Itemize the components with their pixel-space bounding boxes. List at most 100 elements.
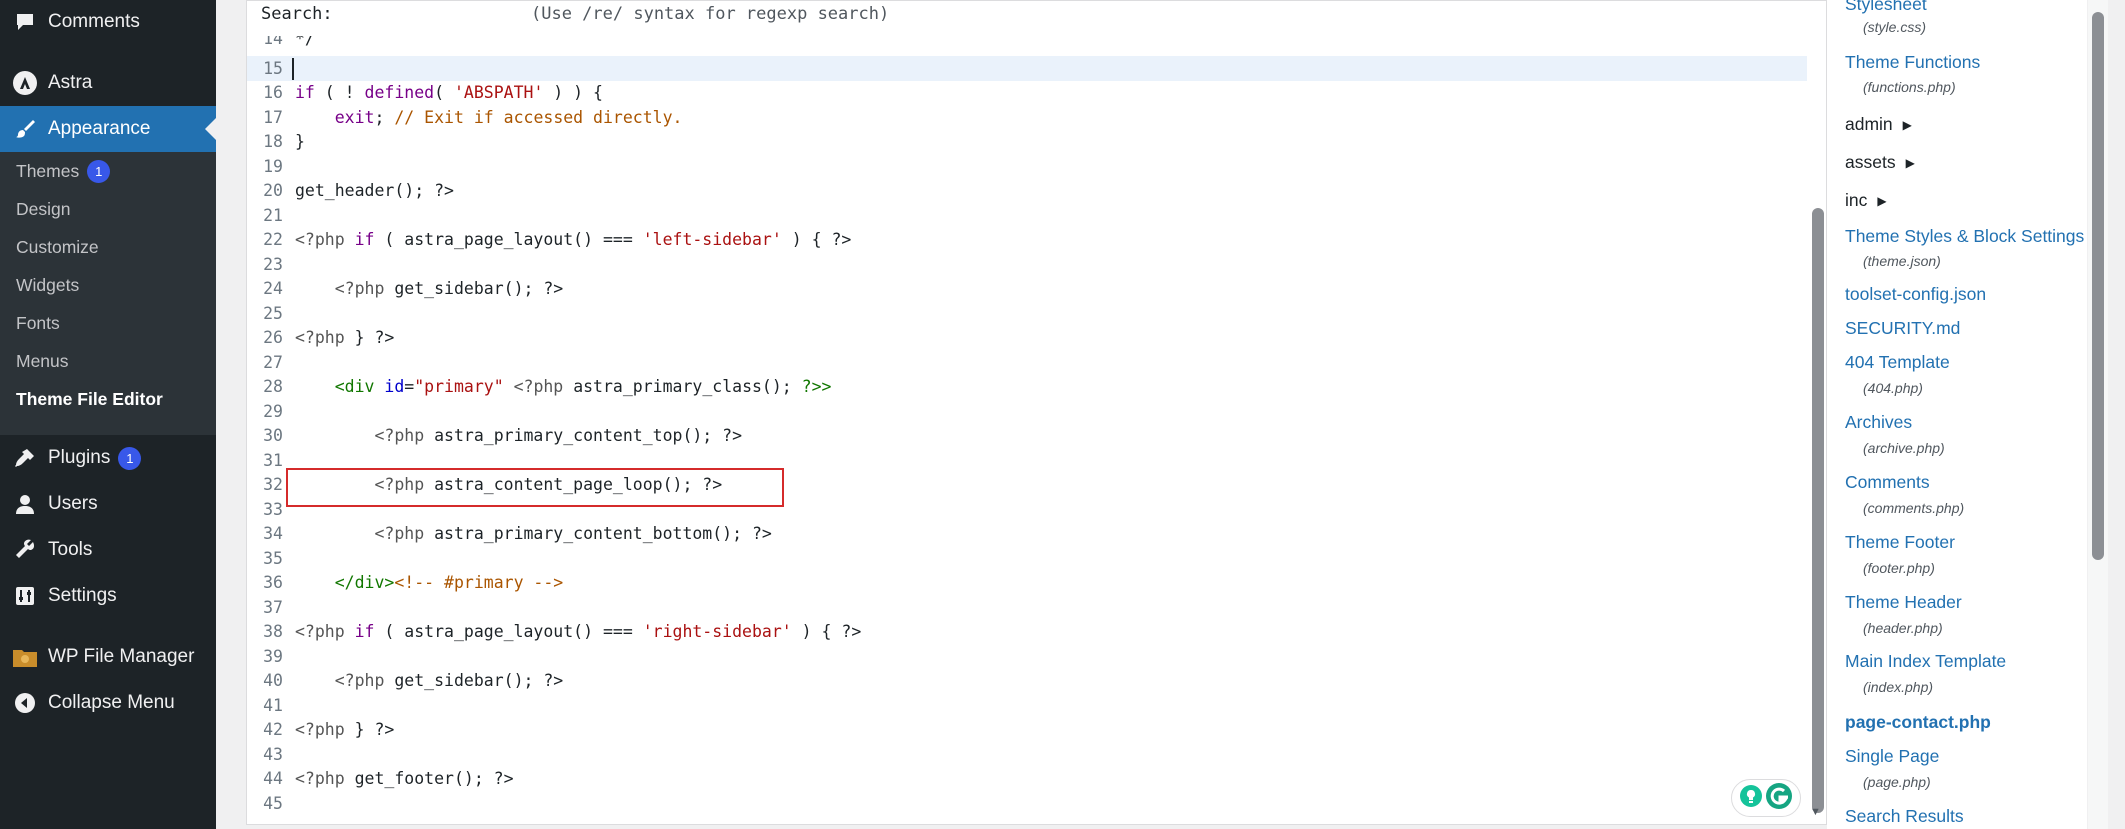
code-line[interactable]: 37 (247, 595, 1807, 620)
menu-label: Plugins (48, 447, 111, 468)
expand-triangle-icon: ▶ (1877, 193, 1887, 208)
code-line[interactable]: 43 (247, 742, 1807, 767)
file-link-single-page[interactable]: Single Page (1845, 746, 1939, 767)
file-name: (functions.php) (1863, 79, 1956, 95)
editor-search-bar[interactable]: Search: (Use /re/ syntax for regexp sear… (247, 1, 1827, 31)
menu-label: Appearance (48, 118, 151, 139)
scroll-down-arrow-icon[interactable]: ▼ (1810, 806, 1821, 818)
file-name: (theme.json) (1863, 253, 1941, 269)
paintbrush-icon (12, 116, 38, 142)
code-line[interactable]: 24 <?php get_sidebar(); ?> (247, 277, 1807, 302)
code-line[interactable]: 16 if ( ! defined( 'ABSPATH' ) ) { (247, 81, 1807, 106)
code-line[interactable]: 19 (247, 154, 1807, 179)
menu-tools[interactable]: Tools (0, 527, 216, 573)
file-link-footer[interactable]: Theme Footer (1845, 532, 1955, 553)
code-line[interactable]: 42 <?php } ?> (247, 718, 1807, 743)
theme-files-list: Stylesheet (style.css) Theme Functions (… (1827, 0, 2087, 829)
folder-icon (12, 644, 38, 670)
editor-scrollbar[interactable] (1812, 208, 1824, 813)
menu-label: Users (48, 493, 98, 514)
menu-label: Settings (48, 585, 117, 606)
menu-users[interactable]: Users (0, 481, 216, 527)
file-link-archives[interactable]: Archives (1845, 412, 1912, 433)
search-label: Search: (261, 4, 333, 24)
code-line[interactable]: 21 (247, 203, 1807, 228)
text-cursor (292, 58, 294, 80)
submenu-theme-file-editor[interactable]: Theme File Editor (16, 380, 163, 418)
folder-inc[interactable]: inc ▶ (1845, 190, 1887, 211)
code-line[interactable]: 28 <div id="primary" <?php astra_primary… (247, 375, 1807, 400)
file-name: (footer.php) (1863, 560, 1935, 576)
collapse-menu-button[interactable]: Collapse Menu (0, 680, 216, 726)
submenu-design[interactable]: Design (16, 190, 70, 228)
code-line[interactable]: 45 (247, 791, 1807, 816)
menu-comments[interactable]: Comments (0, 0, 216, 44)
wrench-icon (12, 537, 38, 563)
code-line[interactable]: 35 (247, 546, 1807, 571)
file-name: (page.php) (1863, 774, 1931, 790)
menu-astra[interactable]: Astra (0, 60, 216, 106)
appearance-submenu: Themes 1 Design Customize Widgets Fonts … (0, 152, 216, 435)
code-line[interactable]: 18} (247, 130, 1807, 155)
menu-settings[interactable]: Settings (0, 573, 216, 619)
folder-assets[interactable]: assets ▶ (1845, 152, 1915, 173)
file-link-page-contact-active[interactable]: page-contact.php (1845, 712, 1991, 733)
comment-icon (12, 9, 38, 35)
file-link-search-results[interactable]: Search Results (1845, 806, 1964, 827)
file-link-functions[interactable]: Theme Functions (1845, 52, 1980, 73)
code-line[interactable]: 23 (247, 252, 1807, 277)
file-list-scrollbar[interactable] (2092, 12, 2104, 560)
submenu-fonts[interactable]: Fonts (16, 304, 60, 342)
file-name: (comments.php) (1863, 500, 1965, 516)
folder-admin[interactable]: admin ▶ (1845, 114, 1912, 135)
submenu-widgets[interactable]: Widgets (16, 266, 79, 304)
code-area[interactable]: 14 */ 15 16 if ( ! defined( 'ABSPATH' ) ) … (247, 36, 1827, 826)
update-count-badge: 1 (118, 446, 142, 470)
file-link-toolset-config[interactable]: toolset-config.json (1845, 284, 1986, 305)
menu-label: WP File Manager (48, 646, 195, 667)
menu-wp-file-manager[interactable]: WP File Manager (0, 634, 216, 680)
code-line[interactable]: 40 <?php get_sidebar(); ?> (247, 669, 1807, 694)
plug-icon (12, 445, 38, 471)
code-line[interactable]: 22 <?php if ( astra_page_layout() === 'le… (247, 228, 1807, 253)
highlight-annotation-box (286, 468, 784, 507)
code-line[interactable]: 29 (247, 399, 1807, 424)
file-link-comments[interactable]: Comments (1845, 472, 1930, 493)
code-line[interactable]: 38 <?php if ( astra_page_layout() === 'ri… (247, 620, 1807, 645)
code-editor[interactable]: Search: (Use /re/ syntax for regexp sear… (246, 0, 1827, 825)
file-link-stylesheet[interactable]: Stylesheet (1845, 0, 1927, 15)
code-line[interactable]: 30 <?php astra_primary_content_top(); ?> (247, 424, 1807, 449)
code-line[interactable]: 41 (247, 693, 1807, 718)
code-line[interactable]: 36 </div><!-- #primary --> (247, 571, 1807, 596)
code-line[interactable]: 26 <?php } ?> (247, 326, 1807, 351)
grammarly-widget[interactable] (1731, 779, 1801, 817)
menu-appearance[interactable]: Appearance (0, 106, 216, 152)
expand-triangle-icon: ▶ (1902, 117, 1912, 132)
menu-label: Collapse Menu (48, 692, 175, 713)
code-line-active[interactable]: 15 (247, 56, 1807, 81)
file-link-404[interactable]: 404 Template (1845, 352, 1950, 373)
admin-sidebar: Comments Astra Appearance Themes 1 Desig… (0, 0, 216, 829)
file-link-theme-json[interactable]: Theme Styles & Block Settings (1845, 226, 2084, 247)
file-name: (header.php) (1863, 620, 1943, 636)
code-line[interactable]: 14 */ (247, 36, 1807, 51)
file-link-main-index[interactable]: Main Index Template (1845, 651, 2006, 672)
file-link-security[interactable]: SECURITY.md (1845, 318, 1960, 339)
lightbulb-icon[interactable] (1739, 784, 1763, 813)
submenu-themes[interactable]: Themes 1 (16, 152, 111, 190)
menu-plugins[interactable]: Plugins 1 (0, 435, 216, 481)
submenu-customize[interactable]: Customize (16, 228, 99, 266)
file-name: (archive.php) (1863, 440, 1945, 456)
code-line[interactable]: 27 (247, 350, 1807, 375)
submenu-menus[interactable]: Menus (16, 342, 69, 380)
file-link-header[interactable]: Theme Header (1845, 592, 1962, 613)
grammarly-logo-icon[interactable] (1765, 782, 1793, 815)
code-line[interactable]: 39 (247, 644, 1807, 669)
code-line[interactable]: 25 (247, 301, 1807, 326)
settings-sliders-icon (12, 583, 38, 609)
user-icon (12, 491, 38, 517)
code-line[interactable]: 44 <?php get_footer(); ?> (247, 767, 1807, 792)
code-line[interactable]: 17 exit; // Exit if accessed directly. (247, 105, 1807, 130)
code-line[interactable]: 34 <?php astra_primary_content_bottom();… (247, 522, 1807, 547)
code-line[interactable]: 20 get_header(); ?> (247, 179, 1807, 204)
